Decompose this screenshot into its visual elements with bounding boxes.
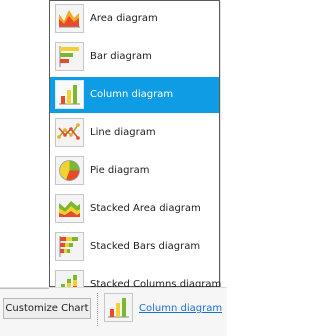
menu-item-label: Area diagram (90, 13, 158, 24)
menu-item-label: Stacked Area diagram (90, 203, 201, 214)
stacked-bars-chart-icon (55, 232, 84, 261)
menu-item-column-diagram[interactable]: Column diagram (50, 77, 219, 113)
menu-item-pie-diagram[interactable]: Pie diagram (50, 153, 219, 189)
area-chart-icon (55, 4, 84, 33)
toolbar-divider (0, 288, 49, 289)
pie-chart-icon (55, 156, 84, 185)
menu-item-line-diagram[interactable]: Line diagram (50, 115, 219, 151)
menu-item-bar-diagram[interactable]: Bar diagram (50, 39, 219, 75)
menu-item-area-diagram[interactable]: Area diagram (50, 1, 219, 37)
menu-item-stacked-area-diagram[interactable]: Stacked Area diagram (50, 191, 219, 227)
stacked-area-chart-icon (55, 194, 84, 223)
chart-toolbar: Customize Chart Column diagram (0, 287, 227, 336)
column-chart-icon (55, 80, 84, 109)
menu-item-label: Stacked Bars diagram (90, 241, 201, 252)
menu-item-label: Bar diagram (90, 51, 152, 62)
chart-type-dropdown-link[interactable]: Column diagram (139, 303, 222, 314)
menu-item-label: Line diagram (90, 127, 156, 138)
line-chart-icon (55, 118, 84, 147)
bar-chart-icon (55, 42, 84, 71)
chart-type-menu: Area diagram Bar diagram Column diagram (49, 0, 221, 299)
menu-item-label: Pie diagram (90, 165, 150, 176)
toolbar-separator (97, 293, 98, 326)
customize-chart-button[interactable]: Customize Chart (3, 298, 91, 319)
menu-item-label: Column diagram (90, 89, 174, 100)
column-chart-icon[interactable] (104, 293, 133, 322)
menu-item-stacked-bars-diagram[interactable]: Stacked Bars diagram (50, 229, 219, 265)
